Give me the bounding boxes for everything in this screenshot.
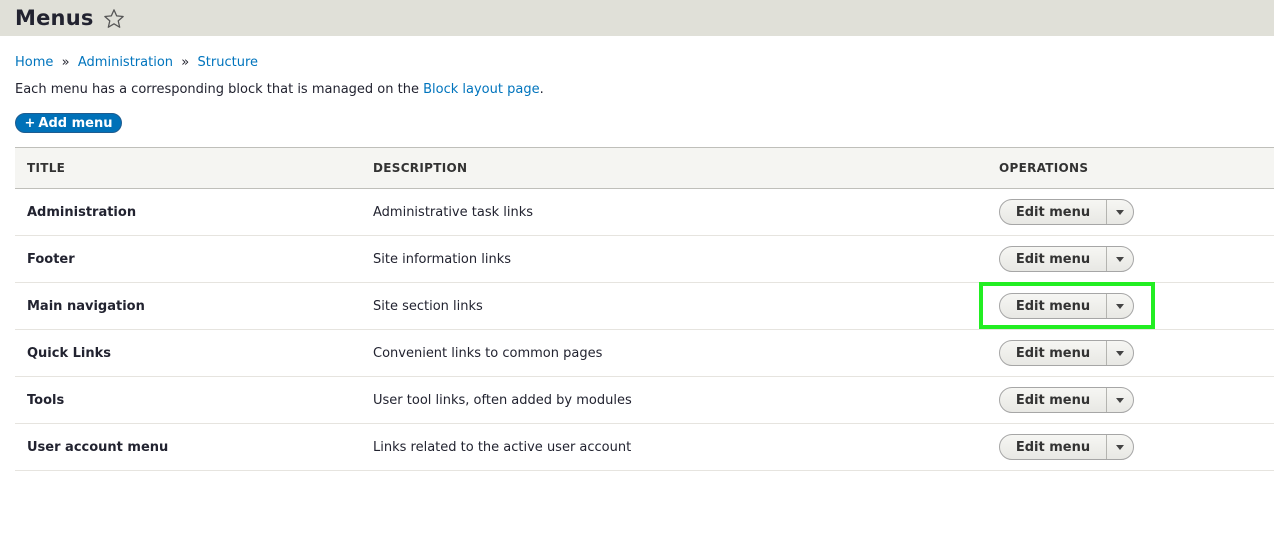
breadcrumb-home[interactable]: Home [15,55,53,70]
operations-cell: Edit menu [987,236,1274,283]
table-header-row: Title Description Operations [15,147,1274,189]
menu-title: Footer [27,251,75,267]
menu-description: Links related to the active user account [373,439,632,455]
operations-dropbutton: Edit menu [999,246,1134,272]
menu-description: User tool links, often added by modules [373,392,632,408]
page-header: Menus [0,0,1274,36]
caret-down-icon [1116,209,1124,215]
dropbutton-toggle[interactable] [1107,247,1133,271]
breadcrumb-separator: » [177,55,194,70]
operations-cell: Edit menu [987,330,1274,377]
caret-down-icon [1116,397,1124,403]
menu-description: Administrative task links [373,204,534,220]
star-outline-icon[interactable] [103,8,125,30]
operations-cell: Edit menu [987,189,1274,236]
column-header-operations: Operations [999,161,1089,175]
dropbutton-toggle[interactable] [1107,200,1133,224]
operations-cell: Edit menu [987,424,1274,471]
column-header-description: Description [373,161,468,175]
menu-title: User account menu [27,439,169,455]
breadcrumb-separator: » [57,55,74,70]
dropbutton-toggle[interactable] [1107,341,1133,365]
breadcrumb-structure[interactable]: Structure [198,55,258,70]
menus-table: Title Description Operations Administrat… [15,147,1274,471]
table-row: Quick Links Convenient links to common p… [15,330,1274,377]
table-row: Tools User tool links, often added by mo… [15,377,1274,424]
column-header-title: Title [27,161,66,175]
table-row: User account menu Links related to the a… [15,424,1274,471]
table-row: Main navigation Site section links Edit … [15,282,1274,330]
caret-down-icon [1116,350,1124,356]
table-row: Administration Administrative task links… [15,189,1274,236]
caret-down-icon [1116,444,1124,450]
operations-dropbutton: Edit menu [999,293,1134,319]
menu-description: Site information links [373,251,512,267]
dropbutton-toggle[interactable] [1107,435,1133,459]
table-row: Footer Site information links Edit menu [15,236,1274,283]
menu-description: Site section links [373,298,483,314]
add-menu-button[interactable]: + Add menu [15,113,122,133]
help-text: Each menu has a corresponding block that… [15,82,544,97]
menu-title: Administration [27,204,137,220]
page-title: Menus [15,5,94,30]
edit-menu-button[interactable]: Edit menu [1000,435,1107,459]
add-menu-label: Add menu [38,115,113,131]
breadcrumb-administration[interactable]: Administration [78,55,173,70]
menu-title: Quick Links [27,345,112,361]
operations-cell: Edit menu [987,377,1274,424]
operations-cell: Edit menu [979,282,1274,330]
dropbutton-toggle[interactable] [1107,294,1133,318]
dropbutton-toggle[interactable] [1107,388,1133,412]
edit-menu-button[interactable]: Edit menu [1000,200,1107,224]
highlighted-operations: Edit menu [979,282,1155,329]
caret-down-icon [1116,256,1124,262]
caret-down-icon [1116,303,1124,309]
menu-title: Main navigation [27,298,145,314]
operations-dropbutton: Edit menu [999,340,1134,366]
menu-title: Tools [27,392,65,408]
help-text-before: Each menu has a corresponding block that… [15,82,424,97]
edit-menu-button[interactable]: Edit menu [1000,388,1107,412]
breadcrumb: Home » Administration » Structure [15,55,258,70]
plus-icon: + [24,115,36,131]
operations-dropbutton: Edit menu [999,434,1134,460]
operations-dropbutton: Edit menu [999,199,1134,225]
edit-menu-button[interactable]: Edit menu [1000,294,1107,318]
menu-description: Convenient links to common pages [373,345,603,361]
operations-dropbutton: Edit menu [999,387,1134,413]
edit-menu-button[interactable]: Edit menu [1000,247,1107,271]
edit-menu-button[interactable]: Edit menu [1000,341,1107,365]
help-text-after: . [539,82,544,97]
block-layout-link[interactable]: Block layout page [423,82,539,97]
